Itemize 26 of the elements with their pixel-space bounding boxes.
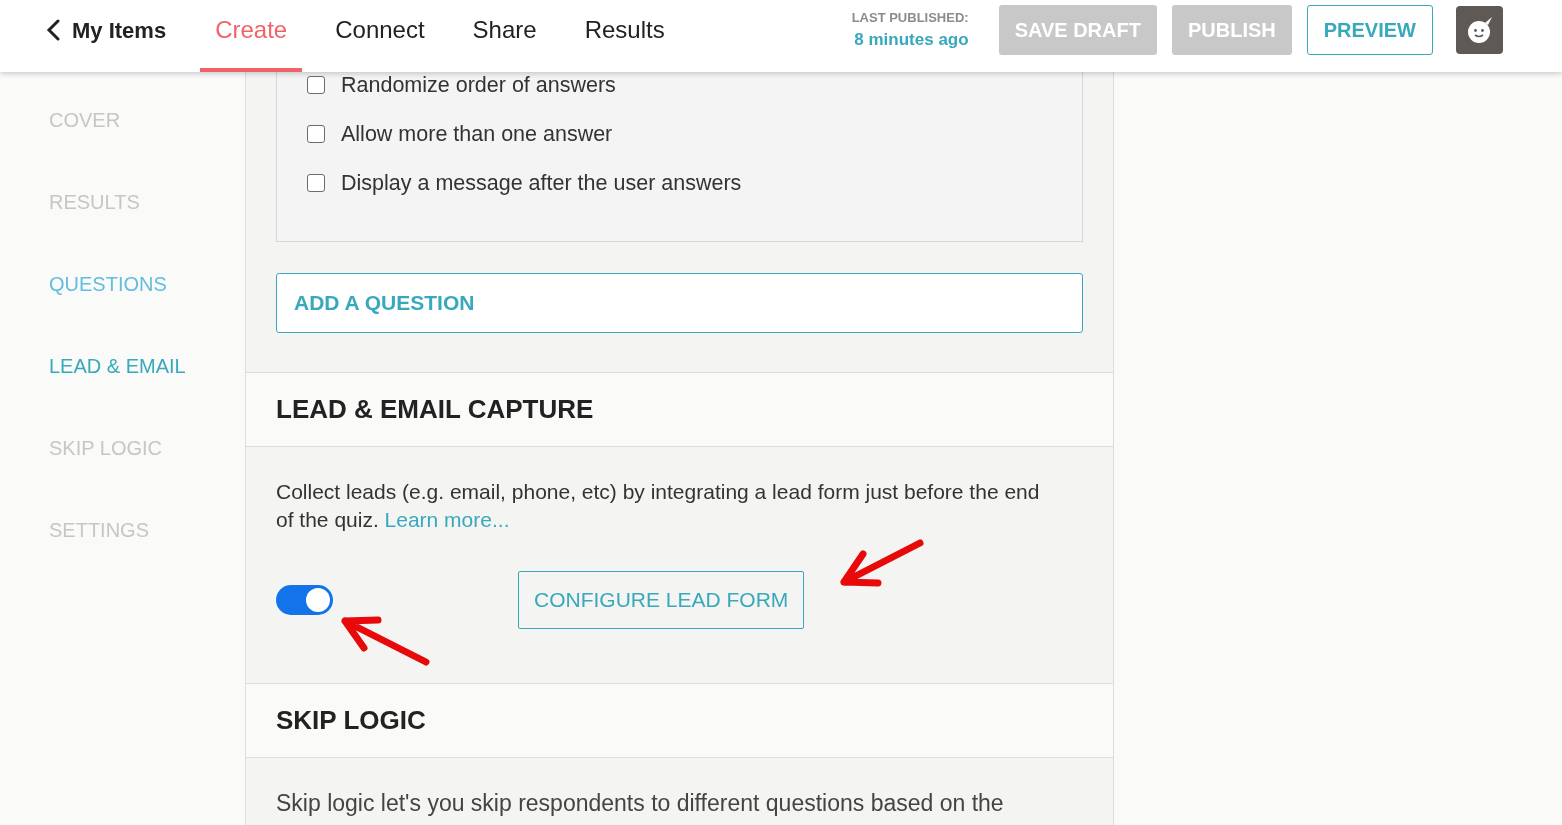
last-published-label: LAST PUBLISHED: xyxy=(851,10,969,26)
toggle-switch[interactable] xyxy=(276,585,333,615)
section-title: SKIP LOGIC xyxy=(276,704,426,737)
last-published-time: 8 minutes ago xyxy=(854,30,969,50)
configure-button[interactable]: CONFIGURE LEAD FORM xyxy=(518,571,805,629)
nav-tab[interactable]: Connect xyxy=(320,0,440,72)
sidebar-item[interactable]: LEAD & EMAIL xyxy=(49,354,186,378)
avatar-button[interactable] xyxy=(1456,6,1503,54)
checkbox[interactable] xyxy=(307,76,325,94)
checkbox[interactable] xyxy=(307,125,325,143)
smiley-icon xyxy=(1466,16,1493,44)
sidebar-item[interactable]: QUESTIONS xyxy=(49,272,167,296)
nav-tab[interactable]: Results xyxy=(569,0,680,72)
option-label: Display a message after the user answers xyxy=(341,170,742,196)
section-title: LEAD & EMAIL CAPTURE xyxy=(276,393,594,426)
back-link[interactable]: My Items xyxy=(46,13,167,47)
option-label: Allow more than one answer xyxy=(341,121,613,147)
checkbox[interactable] xyxy=(307,174,325,192)
option-label: Randomize order of answers xyxy=(341,72,616,98)
nav-tab[interactable]: Share xyxy=(457,0,552,72)
section-description: Skip logic let's you skip respondents to different questions based on the xyxy=(276,789,1005,817)
add-question-button[interactable]: ADD A QUESTION xyxy=(276,273,1083,333)
section-description: Collect leads (e.g. email, phone, etc) by integrating a lead form just before the end of the quiz. Learn more... xyxy=(276,479,1041,533)
header-button[interactable]: PREVIEW xyxy=(1306,5,1433,55)
chevron-left-icon xyxy=(46,19,60,41)
learn-more-link[interactable]: Learn more... xyxy=(384,508,510,531)
